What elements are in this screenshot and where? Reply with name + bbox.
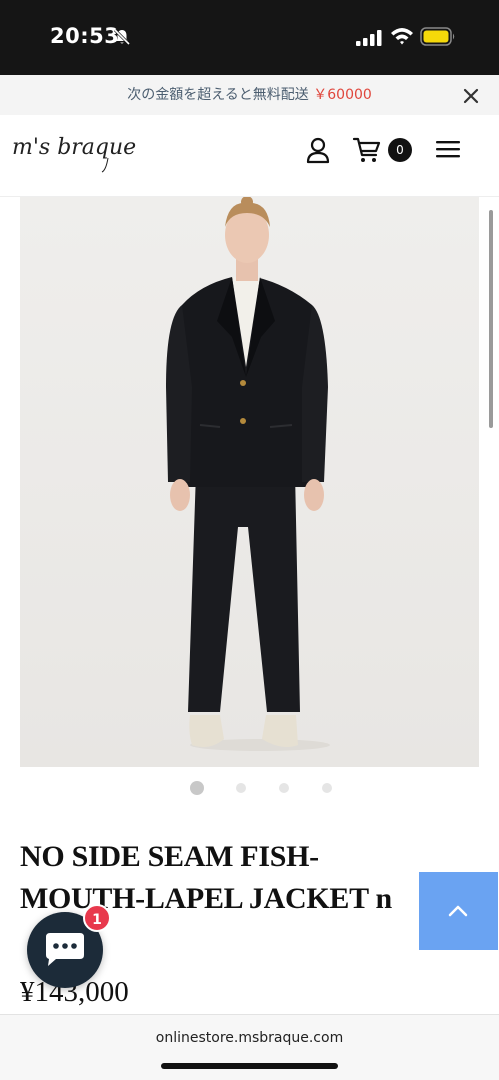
gallery-dot-1[interactable]	[190, 781, 204, 795]
chevron-up-icon	[448, 905, 468, 917]
gallery-dot-4[interactable]	[322, 783, 332, 793]
brand-logo-text: m's braque	[12, 135, 136, 160]
browser-address-bar	[0, 1014, 499, 1080]
product-photo-illustration	[20, 197, 479, 767]
user-icon[interactable]	[304, 136, 332, 164]
chat-notification-badge: 1	[83, 904, 111, 932]
status-bar: 20:53	[0, 0, 499, 75]
chat-bubble-icon	[46, 933, 84, 966]
signal-icon	[356, 30, 382, 46]
close-icon[interactable]	[462, 87, 480, 105]
bell-slash-icon	[113, 28, 131, 46]
status-time: 20:53	[50, 24, 120, 48]
menu-icon[interactable]	[434, 138, 462, 160]
scroll-to-top-button[interactable]	[419, 872, 498, 950]
battery-icon	[420, 27, 455, 46]
product-image[interactable]	[20, 197, 479, 767]
free-shipping-message: 次の金額を超えると無料配送 ￥60000	[0, 75, 499, 115]
cart-icon[interactable]	[352, 136, 382, 164]
brand-logo[interactable]: m's braque	[10, 126, 150, 176]
product-title: NO SIDE SEAM FISH-MOUTH-LAPEL JACKET n	[20, 840, 392, 915]
free-shipping-amount: ￥60000	[313, 87, 372, 103]
gallery-pagination	[186, 780, 336, 796]
home-indicator	[161, 1063, 338, 1069]
free-shipping-banner: 次の金額を超えると無料配送 ￥60000	[0, 75, 499, 115]
gallery-dot-3[interactable]	[279, 783, 289, 793]
cart-count-badge[interactable]: 0	[388, 138, 412, 162]
browser-url[interactable]: onlinestore.msbraque.com	[0, 1030, 499, 1046]
scrollbar[interactable]	[489, 210, 493, 428]
wifi-icon	[391, 28, 413, 45]
gallery-dot-2[interactable]	[236, 783, 246, 793]
free-shipping-text: 次の金額を超えると無料配送	[127, 87, 309, 103]
